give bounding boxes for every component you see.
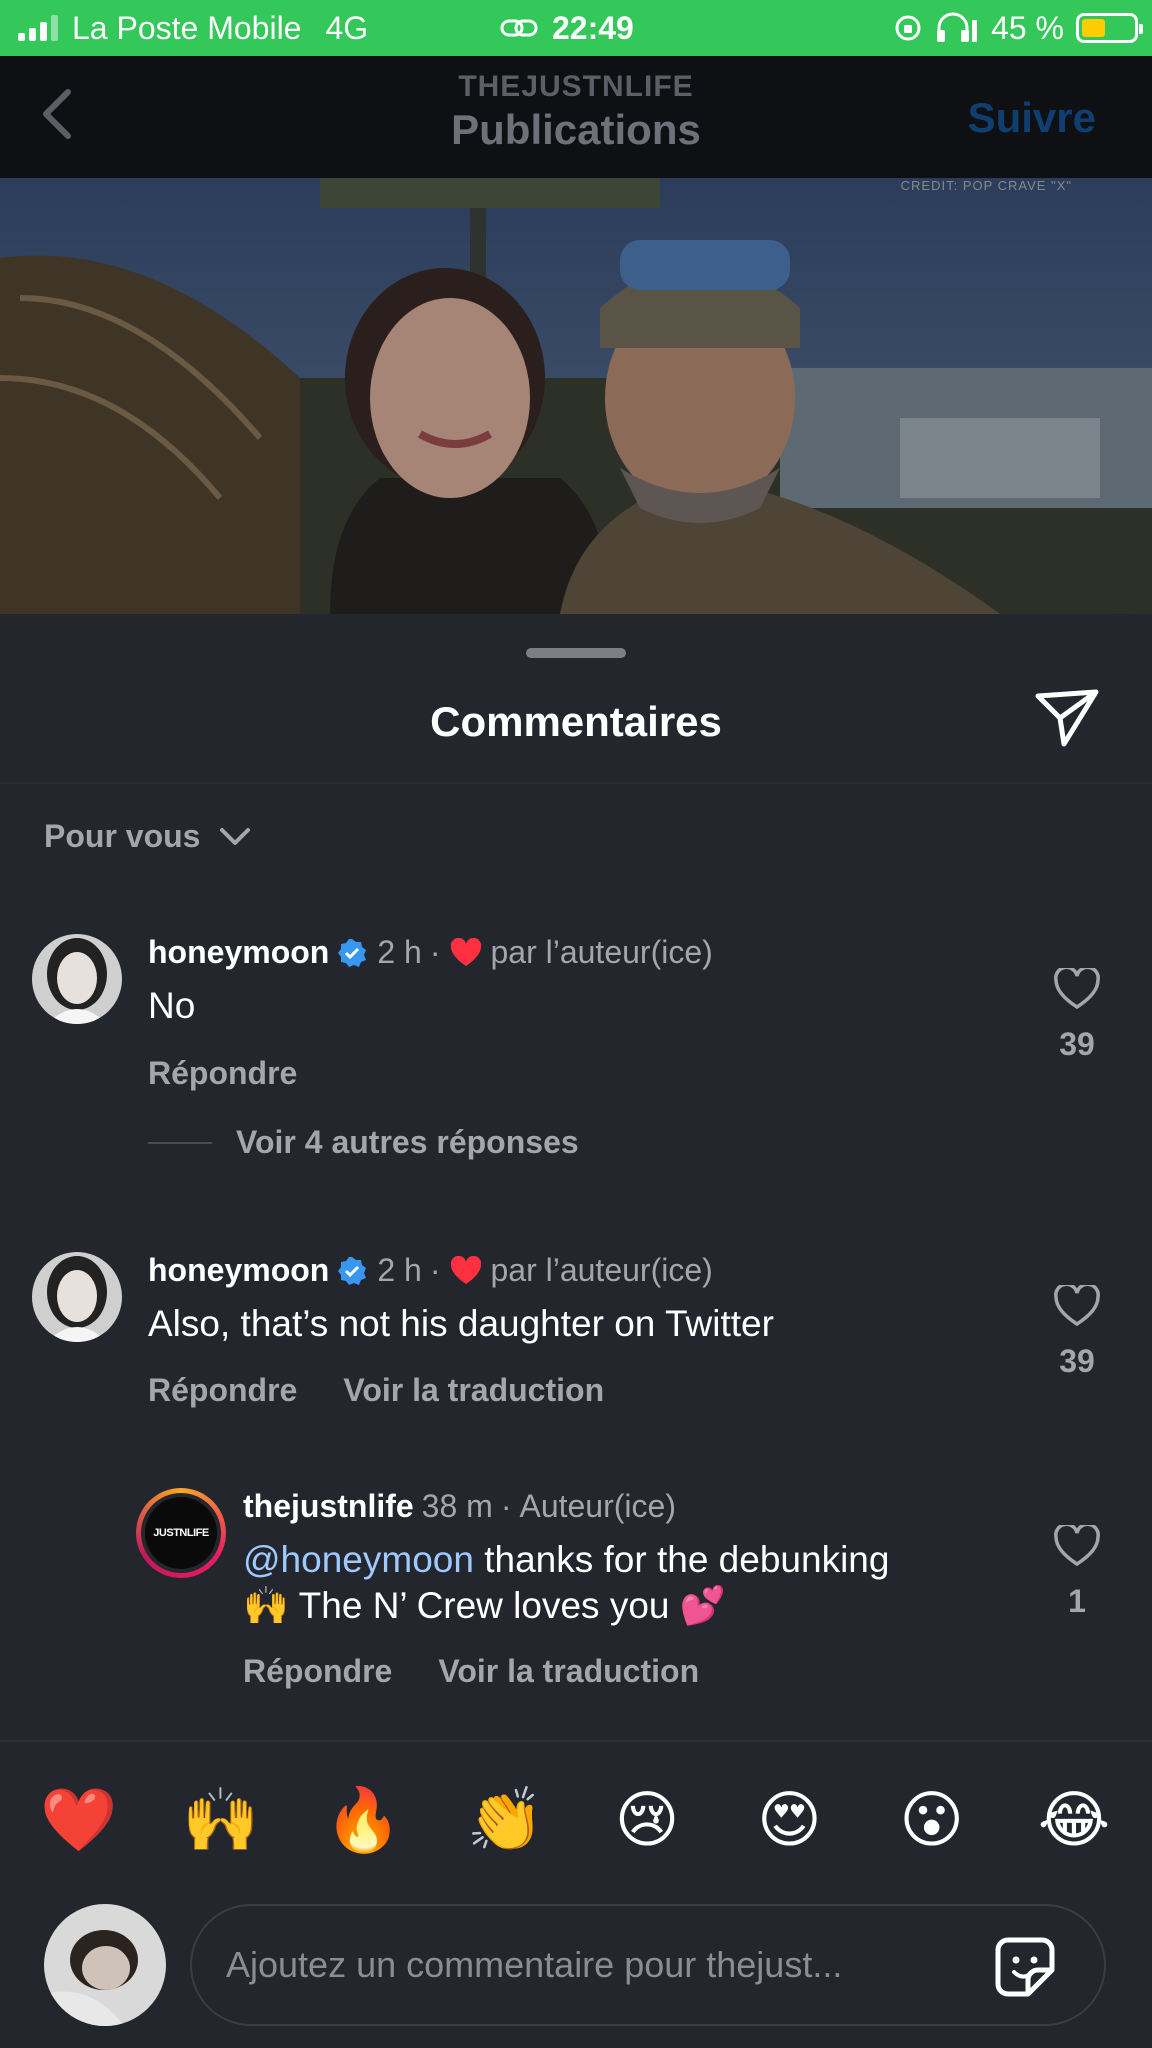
avatar[interactable] (32, 1252, 122, 1342)
meta-separator: · (500, 1488, 512, 1524)
mention-link[interactable]: @honeymoon (243, 1539, 474, 1580)
author-badge: Auteur(ice) (519, 1488, 676, 1524)
comment-text: No (148, 985, 196, 1026)
like-count: 1 (1068, 1583, 1086, 1619)
sort-filter[interactable]: Pour vous (44, 818, 252, 855)
reply-text: @honeymoon thanks for the debunking 🙌 Th… (243, 1537, 889, 1629)
network-type: 4G (325, 9, 369, 46)
emoji-surprised-button[interactable]: 😮 (894, 1786, 970, 1856)
heart-outline-icon[interactable] (1054, 1525, 1100, 1567)
follow-button[interactable]: Suivre (968, 94, 1096, 142)
divider (0, 1740, 1152, 1742)
translate-button[interactable]: Voir la traduction (343, 1372, 604, 1409)
comment-time: 2 h (377, 934, 422, 970)
emoji-heart-eyes-button[interactable]: 😍 (751, 1786, 827, 1856)
chevron-down-icon (220, 827, 251, 845)
comment-username[interactable]: honeymoon (148, 934, 329, 971)
post-photo: CREDIT: POP CRAVE "X" (0, 178, 1152, 614)
emoji-clap-button[interactable]: 👏 (467, 1786, 544, 1856)
emoji-quick-bar: ❤️ 🙌 🔥 👏 😢 😍 😮 😂 (40, 1786, 1112, 1856)
battery-percent: 45 % (991, 9, 1064, 46)
avatar-logo-text: JUSTNLIFE (145, 1497, 217, 1569)
liked-by-author-label: par l’auteur(ice) (490, 934, 713, 970)
emoji-heart-button[interactable]: ❤️ (40, 1786, 117, 1856)
comment-input[interactable] (226, 1944, 986, 1986)
avatar[interactable]: JUSTNLIFE (136, 1488, 226, 1578)
headphones-icon (937, 12, 978, 42)
carrier-name: La Poste Mobile (72, 9, 302, 46)
photo-credit: CREDIT: POP CRAVE "X" (900, 178, 1072, 193)
current-user-avatar (44, 1904, 166, 2026)
sticker-icon[interactable] (994, 1936, 1056, 1998)
emoji-cry-button[interactable]: 😢 (609, 1786, 685, 1856)
reply-button[interactable]: Répondre (148, 1055, 297, 1092)
clock: 22:49 (552, 9, 634, 46)
comment-username[interactable]: honeymoon (148, 1252, 329, 1289)
post-header: THEJUSTNLIFE Publications Suivre (0, 56, 1152, 178)
verified-badge-icon (338, 1256, 367, 1285)
filter-label: Pour vous (44, 818, 201, 854)
reply-text-line1: thanks for the debunking (473, 1539, 890, 1580)
sheet-title: Commentaires (430, 698, 722, 745)
meta-separator: · (429, 934, 441, 970)
author-liked-heart-icon (451, 1255, 482, 1284)
link-icon (500, 19, 538, 37)
divider (0, 782, 1152, 784)
heart-outline-icon[interactable] (1054, 1285, 1100, 1327)
emoji-fire-button[interactable]: 🔥 (325, 1786, 402, 1856)
avatar[interactable] (32, 934, 122, 1024)
emoji-raised-hands-button[interactable]: 🙌 (182, 1786, 259, 1856)
translate-button[interactable]: Voir la traduction (438, 1653, 699, 1690)
comment-time: 2 h (377, 1252, 422, 1288)
reply-button[interactable]: Répondre (148, 1372, 297, 1409)
view-more-replies-label: Voir 4 autres réponses (236, 1124, 579, 1160)
author-liked-heart-icon (451, 937, 482, 966)
heart-outline-icon[interactable] (1054, 968, 1100, 1010)
battery-icon (1076, 13, 1143, 43)
reply-button[interactable]: Répondre (243, 1653, 392, 1690)
verified-badge-icon (338, 938, 367, 967)
reply-text-line2: 🙌 The N’ Crew loves you 💕 (243, 1585, 726, 1626)
comment-composer[interactable] (190, 1904, 1106, 2026)
paper-plane-icon[interactable] (1034, 688, 1100, 748)
status-bar: La Poste Mobile 4G 22:49 45 % (0, 0, 1152, 56)
signal-icon (18, 15, 58, 41)
like-count: 39 (1059, 1026, 1095, 1062)
orientation-lock-icon (895, 15, 921, 41)
comment-text: Also, that’s not his daughter on Twitter (148, 1303, 774, 1344)
replies-line (148, 1141, 212, 1144)
post-image (0, 178, 1152, 614)
view-more-replies[interactable]: Voir 4 autres réponses (148, 1124, 579, 1161)
reply-username[interactable]: thejustnlife (243, 1488, 414, 1525)
emoji-laugh-button[interactable]: 😂 (1036, 1786, 1112, 1856)
reply-time: 38 m (421, 1488, 493, 1524)
liked-by-author-label: par l’auteur(ice) (490, 1252, 713, 1288)
like-count: 39 (1059, 1343, 1095, 1379)
sheet-grabber[interactable] (526, 648, 626, 658)
meta-separator: · (429, 1252, 441, 1288)
